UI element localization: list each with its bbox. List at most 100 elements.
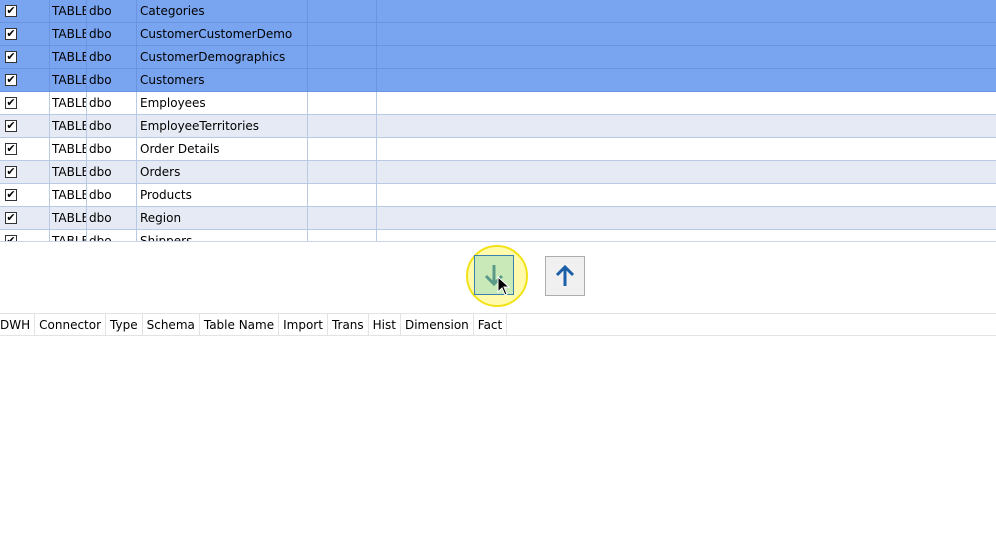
- row-checkbox[interactable]: ✔: [5, 189, 17, 201]
- table-row[interactable]: ✔ TABLE dbo Categories: [0, 0, 996, 23]
- arrow-up-icon: [555, 264, 575, 286]
- row-schema: dbo: [87, 46, 137, 68]
- row-empty-cell: [308, 161, 377, 183]
- row-filler: [377, 23, 996, 45]
- row-schema: dbo: [87, 161, 137, 183]
- row-checkbox[interactable]: ✔: [5, 235, 17, 241]
- row-type: TABLE: [50, 69, 87, 91]
- row-type: TABLE: [50, 0, 87, 22]
- row-empty-cell: [308, 69, 377, 91]
- row-type: TABLE: [50, 230, 87, 241]
- row-schema: dbo: [87, 23, 137, 45]
- target-grid-body: [0, 336, 996, 552]
- row-checkbox-cell: ✔: [0, 46, 50, 68]
- table-row[interactable]: ✔ TABLE dbo Products: [0, 184, 996, 207]
- row-empty-cell: [308, 46, 377, 68]
- column-header-type[interactable]: Type: [106, 314, 143, 335]
- row-empty-cell: [308, 23, 377, 45]
- column-header-fact[interactable]: Fact: [474, 314, 508, 335]
- row-type: TABLE: [50, 207, 87, 229]
- row-table-name: Customers: [137, 69, 308, 91]
- row-filler: [377, 230, 996, 241]
- row-checkbox-cell: ✔: [0, 184, 50, 206]
- row-checkbox[interactable]: ✔: [5, 74, 17, 86]
- row-table-name: Order Details: [137, 138, 308, 160]
- row-table-name: Categories: [137, 0, 308, 22]
- row-filler: [377, 69, 996, 91]
- column-header-trans[interactable]: Trans: [328, 314, 369, 335]
- column-header-dwh[interactable]: DWH: [0, 314, 36, 335]
- column-header-schema[interactable]: Schema: [143, 314, 200, 335]
- row-schema: dbo: [87, 207, 137, 229]
- row-empty-cell: [308, 0, 377, 22]
- row-table-name: CustomerDemographics: [137, 46, 308, 68]
- row-empty-cell: [308, 230, 377, 241]
- table-row[interactable]: ✔ TABLE dbo CustomerCustomerDemo: [0, 23, 996, 46]
- row-type: TABLE: [50, 23, 87, 45]
- row-schema: dbo: [87, 138, 137, 160]
- move-up-button[interactable]: [545, 256, 585, 296]
- mouse-pointer-icon: [497, 276, 511, 296]
- row-checkbox[interactable]: ✔: [5, 97, 17, 109]
- row-type: TABLE: [50, 46, 87, 68]
- column-header-table-name[interactable]: Table Name: [200, 314, 280, 335]
- table-row[interactable]: ✔ TABLE dbo Orders: [0, 161, 996, 184]
- row-type: TABLE: [50, 184, 87, 206]
- row-schema: dbo: [87, 92, 137, 114]
- row-table-name: CustomerCustomerDemo: [137, 23, 308, 45]
- row-empty-cell: [308, 207, 377, 229]
- row-checkbox-cell: ✔: [0, 161, 50, 183]
- row-checkbox-cell: ✔: [0, 115, 50, 137]
- table-row[interactable]: ✔ TABLE dbo EmployeeTerritories: [0, 115, 996, 138]
- row-filler: [377, 207, 996, 229]
- row-schema: dbo: [87, 184, 137, 206]
- row-checkbox-cell: ✔: [0, 23, 50, 45]
- row-checkbox[interactable]: ✔: [5, 212, 17, 224]
- row-type: TABLE: [50, 138, 87, 160]
- row-filler: [377, 138, 996, 160]
- row-empty-cell: [308, 184, 377, 206]
- row-table-name: Orders: [137, 161, 308, 183]
- row-checkbox[interactable]: ✔: [5, 51, 17, 63]
- row-checkbox-cell: ✔: [0, 69, 50, 91]
- row-checkbox[interactable]: ✔: [5, 5, 17, 17]
- column-header-connector[interactable]: Connector: [35, 314, 107, 335]
- row-checkbox[interactable]: ✔: [5, 166, 17, 178]
- source-tables-grid: ✔ TABLE dbo Categories ✔ TABLE dbo CustomerCust…: [0, 0, 996, 242]
- row-empty-cell: [308, 92, 377, 114]
- target-grid-header: DWH Connector Type Schema Table Name Imp…: [0, 313, 996, 336]
- row-checkbox-cell: ✔: [0, 207, 50, 229]
- row-schema: dbo: [87, 69, 137, 91]
- row-checkbox-cell: ✔: [0, 230, 50, 241]
- table-row[interactable]: ✔ TABLE dbo Employees: [0, 92, 996, 115]
- column-header-dimension[interactable]: Dimension: [401, 314, 474, 335]
- table-row[interactable]: ✔ TABLE dbo CustomerDemographics: [0, 46, 996, 69]
- table-row[interactable]: ✔ TABLE dbo Region: [0, 207, 996, 230]
- row-checkbox[interactable]: ✔: [5, 120, 17, 132]
- row-schema: dbo: [87, 230, 137, 241]
- row-table-name: Products: [137, 184, 308, 206]
- row-filler: [377, 46, 996, 68]
- row-table-name: Employees: [137, 92, 308, 114]
- row-checkbox-cell: ✔: [0, 92, 50, 114]
- row-type: TABLE: [50, 92, 87, 114]
- row-checkbox[interactable]: ✔: [5, 143, 17, 155]
- column-header-hist[interactable]: Hist: [369, 314, 401, 335]
- table-row[interactable]: ✔ TABLE dbo Customers: [0, 69, 996, 92]
- row-checkbox[interactable]: ✔: [5, 28, 17, 40]
- row-filler: [377, 92, 996, 114]
- row-type: TABLE: [50, 161, 87, 183]
- table-row[interactable]: ✔ TABLE dbo Order Details: [0, 138, 996, 161]
- row-empty-cell: [308, 115, 377, 137]
- row-checkbox-cell: ✔: [0, 0, 50, 22]
- column-header-import[interactable]: Import: [279, 314, 328, 335]
- row-checkbox-cell: ✔: [0, 138, 50, 160]
- row-empty-cell: [308, 138, 377, 160]
- row-filler: [377, 0, 996, 22]
- table-row[interactable]: ✔ TABLE dbo Shippers: [0, 230, 996, 241]
- row-schema: dbo: [87, 115, 137, 137]
- row-table-name: Shippers: [137, 230, 308, 241]
- row-filler: [377, 184, 996, 206]
- row-schema: dbo: [87, 0, 137, 22]
- row-filler: [377, 161, 996, 183]
